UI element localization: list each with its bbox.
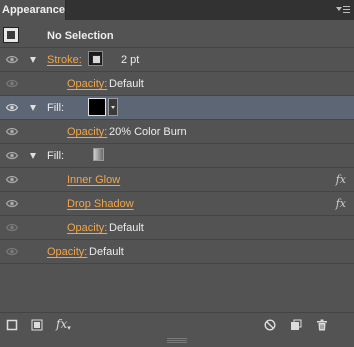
- opacity-label[interactable]: Opacity:: [67, 77, 107, 91]
- opacity-value: Default: [109, 78, 144, 90]
- duplicate-item-icon[interactable]: [290, 319, 302, 334]
- visibility-eye-icon[interactable]: [6, 79, 18, 88]
- selection-label: No Selection: [47, 30, 114, 42]
- fx-label: fx: [56, 317, 68, 331]
- fill-color-swatch[interactable]: [88, 98, 106, 116]
- stroke-opacity-row[interactable]: Opacity: Default: [0, 72, 354, 96]
- visibility-eye-icon[interactable]: [6, 103, 18, 112]
- visibility-eye-icon[interactable]: [6, 199, 18, 208]
- add-new-fill-icon[interactable]: [31, 319, 43, 334]
- fill-row-selected[interactable]: Fill:: [0, 96, 354, 120]
- expand-triangle-icon[interactable]: [30, 153, 36, 159]
- selection-row: No Selection: [0, 24, 354, 48]
- opacity-value: 20% Color Burn: [109, 126, 187, 138]
- panel-tab-bar: Appearance: [0, 0, 354, 20]
- stroke-label[interactable]: Stroke:: [47, 53, 82, 67]
- tab-appearance[interactable]: Appearance: [0, 0, 66, 20]
- chevron-down-icon: [111, 106, 115, 109]
- stroke-color-swatch[interactable]: [88, 51, 103, 66]
- panel-footer-toolbar: fx▾: [0, 312, 354, 340]
- fill-opacity-row[interactable]: Opacity: 20% Color Burn: [0, 120, 354, 144]
- add-new-stroke-icon[interactable]: [6, 319, 18, 334]
- visibility-eye-icon[interactable]: [6, 55, 18, 64]
- fill-label: Fill:: [47, 102, 65, 114]
- visibility-eye-icon[interactable]: [6, 247, 18, 256]
- opacity-value: Default: [109, 222, 144, 234]
- opacity-value: Default: [89, 246, 124, 258]
- fx-icon: fx: [335, 197, 346, 210]
- panel-menu-icon[interactable]: [336, 5, 350, 15]
- drop-shadow-label[interactable]: Drop Shadow: [67, 197, 134, 211]
- stroke-weight-value[interactable]: 2 pt: [121, 53, 139, 67]
- opacity-label[interactable]: Opacity:: [67, 221, 107, 235]
- fx-icon: fx: [335, 173, 346, 186]
- fill-row[interactable]: Fill:: [0, 144, 354, 168]
- opacity-label[interactable]: Opacity:: [67, 125, 107, 139]
- stroke-row[interactable]: Stroke: 2 pt: [0, 48, 354, 72]
- fill-swatch-dropdown[interactable]: [108, 98, 118, 116]
- appearance-panel: Appearance No Selection Stroke: 2 pt Opa…: [0, 0, 354, 347]
- resize-grip-icon[interactable]: [167, 338, 187, 344]
- inner-glow-row[interactable]: Inner Glow fx: [0, 168, 354, 192]
- expand-triangle-icon[interactable]: [30, 105, 36, 111]
- opacity-label[interactable]: Opacity:: [47, 245, 87, 259]
- drop-shadow-row[interactable]: Drop Shadow fx: [0, 192, 354, 216]
- visibility-eye-icon[interactable]: [6, 151, 18, 160]
- add-new-effect-icon[interactable]: fx▾: [56, 317, 71, 332]
- expand-triangle-icon[interactable]: [30, 57, 36, 63]
- visibility-eye-icon[interactable]: [6, 223, 18, 232]
- delete-item-icon[interactable]: [316, 319, 328, 334]
- inner-glow-label[interactable]: Inner Glow: [67, 173, 120, 187]
- selection-thumbnail-icon: [3, 27, 19, 43]
- visibility-eye-icon[interactable]: [6, 175, 18, 184]
- gradient-fill-swatch[interactable]: [93, 148, 104, 161]
- clear-appearance-icon[interactable]: [264, 319, 276, 334]
- fill-label: Fill:: [47, 150, 65, 162]
- visibility-eye-icon[interactable]: [6, 127, 18, 136]
- fill-opacity-row[interactable]: Opacity: Default: [0, 216, 354, 240]
- object-opacity-row[interactable]: Opacity: Default: [0, 240, 354, 264]
